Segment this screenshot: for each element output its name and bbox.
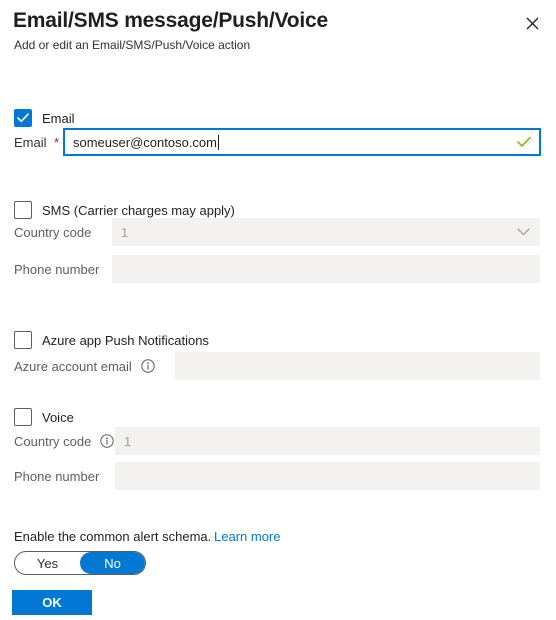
voice-country-code-input[interactable]: 1: [115, 427, 540, 455]
sms-country-code-select[interactable]: 1: [112, 218, 540, 246]
email-checkbox-row[interactable]: Email: [14, 108, 75, 128]
toggle-option-no[interactable]: No: [80, 552, 145, 574]
text-caret: [217, 134, 219, 150]
sms-phone-number-label: Phone number: [14, 261, 100, 277]
info-icon[interactable]: [100, 434, 115, 448]
sms-country-code-value: 1: [121, 224, 129, 240]
push-account-email-label-row: Azure account email: [14, 352, 155, 380]
toggle-option-yes[interactable]: Yes: [15, 552, 80, 574]
voice-country-code-label-row: Country code: [14, 427, 115, 455]
sms-checkbox-label: SMS (Carrier charges may apply): [42, 202, 235, 218]
info-icon[interactable]: [141, 359, 155, 373]
email-field-label: Email: [14, 134, 47, 150]
sms-country-code-label: Country code: [14, 224, 92, 240]
page-title: Email/SMS message/Push/Voice: [13, 9, 328, 32]
sms-checkbox[interactable]: [14, 201, 32, 219]
voice-checkbox-row[interactable]: Voice: [14, 407, 74, 427]
sms-checkbox-row[interactable]: SMS (Carrier charges may apply): [14, 200, 235, 220]
push-checkbox-row[interactable]: Azure app Push Notifications: [14, 330, 209, 350]
push-checkbox-label: Azure app Push Notifications: [42, 332, 209, 348]
common-alert-schema-label: Enable the common alert schema.: [14, 529, 212, 544]
voice-phone-number-label: Phone number: [14, 468, 100, 484]
voice-phone-number-input[interactable]: [115, 462, 540, 490]
ok-button[interactable]: OK: [12, 590, 92, 615]
voice-checkbox-label: Voice: [42, 409, 74, 425]
push-checkbox[interactable]: [14, 331, 32, 349]
sms-phone-label-row: Phone number: [14, 255, 99, 283]
page-subtitle: Add or edit an Email/SMS/Push/Voice acti…: [14, 38, 251, 52]
voice-country-code-value: 1: [124, 433, 132, 449]
check-icon: [17, 113, 29, 123]
sms-country-code-label-row: Country code: [14, 218, 91, 246]
push-account-email-label: Azure account email: [14, 358, 132, 374]
panel-header: Email/SMS message/Push/Voice Add or edit…: [0, 0, 556, 62]
email-input[interactable]: someuser@contoso.com: [63, 128, 541, 156]
learn-more-link[interactable]: Learn more: [214, 529, 280, 544]
sms-phone-number-input[interactable]: [112, 255, 540, 283]
valid-check-icon: [517, 136, 531, 148]
common-alert-schema-toggle[interactable]: Yes No: [14, 551, 146, 575]
voice-phone-label-row: Phone number: [14, 462, 99, 490]
push-account-email-input[interactable]: [175, 352, 540, 380]
email-input-value: someuser@contoso.com: [73, 134, 217, 150]
email-checkbox-label: Email: [42, 110, 75, 126]
voice-checkbox[interactable]: [14, 408, 32, 426]
close-icon: [526, 17, 539, 30]
email-required-marker: *: [54, 134, 60, 150]
email-field-row: Email *: [14, 128, 59, 156]
email-checkbox[interactable]: [14, 109, 32, 127]
chevron-down-icon: [517, 228, 530, 236]
voice-country-code-label: Country code: [14, 433, 92, 449]
close-button[interactable]: [516, 8, 548, 38]
